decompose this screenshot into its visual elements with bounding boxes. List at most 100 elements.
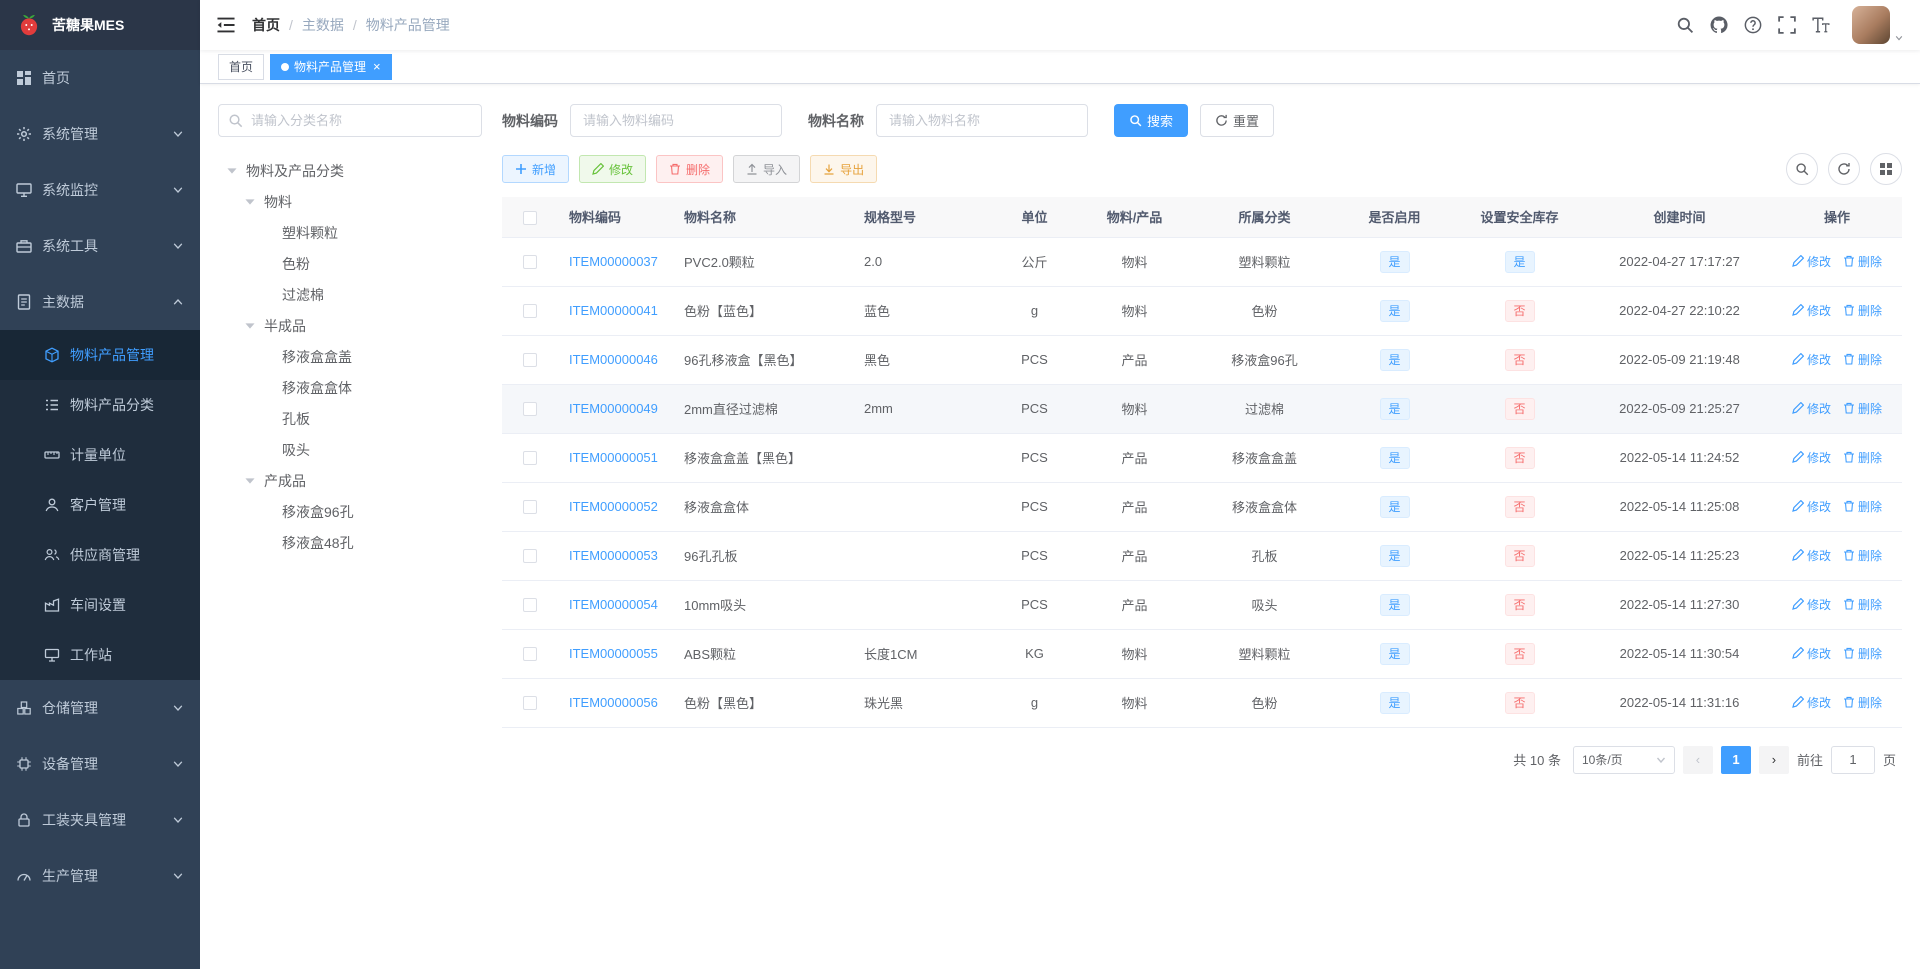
row-delete-link[interactable]: 删除 (1843, 253, 1882, 270)
row-edit-link[interactable]: 修改 (1792, 253, 1831, 270)
material-code-link[interactable]: ITEM00000046 (569, 352, 658, 367)
row-delete-link[interactable]: 删除 (1843, 498, 1882, 515)
material-code-link[interactable]: ITEM00000049 (569, 401, 658, 416)
sidebar-subitem-workshop-settings[interactable]: 车间设置 (0, 580, 200, 630)
material-code-link[interactable]: ITEM00000051 (569, 450, 658, 465)
row-checkbox[interactable] (522, 304, 537, 319)
row-delete-link[interactable]: 删除 (1843, 694, 1882, 711)
material-name-input[interactable] (876, 104, 1088, 137)
row-checkbox[interactable] (522, 598, 537, 613)
row-delete-link[interactable]: 删除 (1843, 596, 1882, 613)
user-menu[interactable] (1852, 6, 1904, 44)
font-size-icon[interactable] (1812, 16, 1830, 34)
tab-close-icon[interactable]: × (373, 60, 381, 73)
row-checkbox[interactable] (522, 647, 537, 662)
material-code-link[interactable]: ITEM00000052 (569, 499, 658, 514)
page-1-button[interactable]: 1 (1720, 745, 1751, 774)
sidebar-item-equipment-management[interactable]: 设备管理 (0, 736, 200, 792)
sidebar-item-system-monitoring[interactable]: 系统监控 (0, 162, 200, 218)
page-size-select[interactable]: 10条/页 (1572, 745, 1675, 774)
column-settings-button[interactable] (1870, 153, 1902, 185)
sidebar-item-system-tools[interactable]: 系统工具 (0, 218, 200, 274)
tree-node[interactable]: 移液盒48孔 (218, 527, 482, 558)
sidebar-item-production-management[interactable]: 生产管理 (0, 848, 200, 904)
material-code-link[interactable]: ITEM00000053 (569, 548, 658, 563)
category-search-input[interactable] (218, 104, 482, 137)
row-checkbox[interactable] (522, 402, 537, 417)
tree-node[interactable]: 物料 (218, 186, 482, 217)
help-icon[interactable] (1744, 16, 1762, 34)
material-code-link[interactable]: ITEM00000054 (569, 597, 658, 612)
search-button[interactable]: 搜索 (1114, 104, 1189, 137)
sidebar-subitem-supplier-management[interactable]: 供应商管理 (0, 530, 200, 580)
toggle-search-button[interactable] (1786, 153, 1818, 185)
sidebar-item-home[interactable]: 首页 (0, 50, 200, 106)
tree-node[interactable]: 孔板 (218, 403, 482, 434)
tree-node[interactable]: 塑料颗粒 (218, 217, 482, 248)
sidebar-item-system-management[interactable]: 系统管理 (0, 106, 200, 162)
sidebar-item-master-data[interactable]: 主数据 (0, 274, 200, 330)
header-search-icon[interactable] (1676, 16, 1694, 34)
tree-node[interactable]: 半成品 (218, 310, 482, 341)
goto-page-input[interactable] (1830, 745, 1875, 774)
app-logo[interactable]: 苦糖果MES (0, 0, 200, 50)
fullscreen-icon[interactable] (1778, 16, 1796, 34)
tree-node[interactable]: 吸头 (218, 434, 482, 465)
avatar[interactable] (1852, 6, 1890, 44)
row-checkbox[interactable] (522, 255, 537, 270)
row-edit-link[interactable]: 修改 (1792, 498, 1831, 515)
row-delete-link[interactable]: 删除 (1843, 449, 1882, 466)
row-checkbox[interactable] (522, 549, 537, 564)
sidebar-subitem-material-product-management[interactable]: 物料产品管理 (0, 330, 200, 380)
row-edit-link[interactable]: 修改 (1792, 449, 1831, 466)
material-code-input[interactable] (570, 104, 782, 137)
row-edit-link[interactable]: 修改 (1792, 645, 1831, 662)
sidebar-subitem-workstation[interactable]: 工作站 (0, 630, 200, 680)
tree-node[interactable]: 物料及产品分类 (218, 155, 482, 186)
refresh-table-button[interactable] (1828, 153, 1860, 185)
row-delete-link[interactable]: 删除 (1843, 302, 1882, 319)
next-page-button[interactable]: › (1758, 745, 1789, 774)
tab-material-product-management[interactable]: 物料产品管理 × (270, 53, 392, 80)
tree-node[interactable]: 产成品 (218, 465, 482, 496)
sidebar-item-warehouse-management[interactable]: 仓储管理 (0, 680, 200, 736)
tree-node[interactable]: 色粉 (218, 248, 482, 279)
tab-home[interactable]: 首页 (218, 53, 265, 80)
select-all-checkbox[interactable] (522, 210, 537, 225)
tree-node[interactable]: 过滤棉 (218, 279, 482, 310)
breadcrumb-home[interactable]: 首页 (252, 15, 280, 35)
row-delete-link[interactable]: 删除 (1843, 645, 1882, 662)
row-checkbox[interactable] (522, 353, 537, 368)
material-code-link[interactable]: ITEM00000056 (569, 695, 658, 710)
row-edit-link[interactable]: 修改 (1792, 694, 1831, 711)
row-edit-link[interactable]: 修改 (1792, 302, 1831, 319)
row-checkbox[interactable] (522, 696, 537, 711)
sidebar-item-fixture-management[interactable]: 工装夹具管理 (0, 792, 200, 848)
reset-button[interactable]: 重置 (1200, 104, 1275, 137)
sidebar-toggle-icon[interactable] (216, 17, 236, 33)
material-code-link[interactable]: ITEM00000055 (569, 646, 658, 661)
export-button[interactable]: 导出 (810, 155, 878, 183)
material-code-link[interactable]: ITEM00000041 (569, 303, 658, 318)
tree-node[interactable]: 移液盒盒体 (218, 372, 482, 403)
row-delete-link[interactable]: 删除 (1843, 547, 1882, 564)
github-icon[interactable] (1710, 16, 1728, 34)
material-code-link[interactable]: ITEM00000037 (569, 254, 658, 269)
sidebar-subitem-material-product-category[interactable]: 物料产品分类 (0, 380, 200, 430)
delete-button[interactable]: 删除 (656, 155, 724, 183)
import-button[interactable]: 导入 (733, 155, 801, 183)
row-delete-link[interactable]: 删除 (1843, 351, 1882, 368)
sidebar-subitem-customer-management[interactable]: 客户管理 (0, 480, 200, 530)
prev-page-button[interactable]: ‹ (1682, 745, 1713, 774)
tree-node[interactable]: 移液盒盒盖 (218, 341, 482, 372)
add-button[interactable]: 新增 (502, 155, 570, 183)
row-edit-link[interactable]: 修改 (1792, 547, 1831, 564)
edit-button[interactable]: 修改 (579, 155, 647, 183)
row-checkbox[interactable] (522, 500, 537, 515)
tree-node[interactable]: 移液盒96孔 (218, 496, 482, 527)
row-edit-link[interactable]: 修改 (1792, 400, 1831, 417)
row-delete-link[interactable]: 删除 (1843, 400, 1882, 417)
row-edit-link[interactable]: 修改 (1792, 596, 1831, 613)
row-edit-link[interactable]: 修改 (1792, 351, 1831, 368)
sidebar-subitem-measurement-unit[interactable]: 计量单位 (0, 430, 200, 480)
